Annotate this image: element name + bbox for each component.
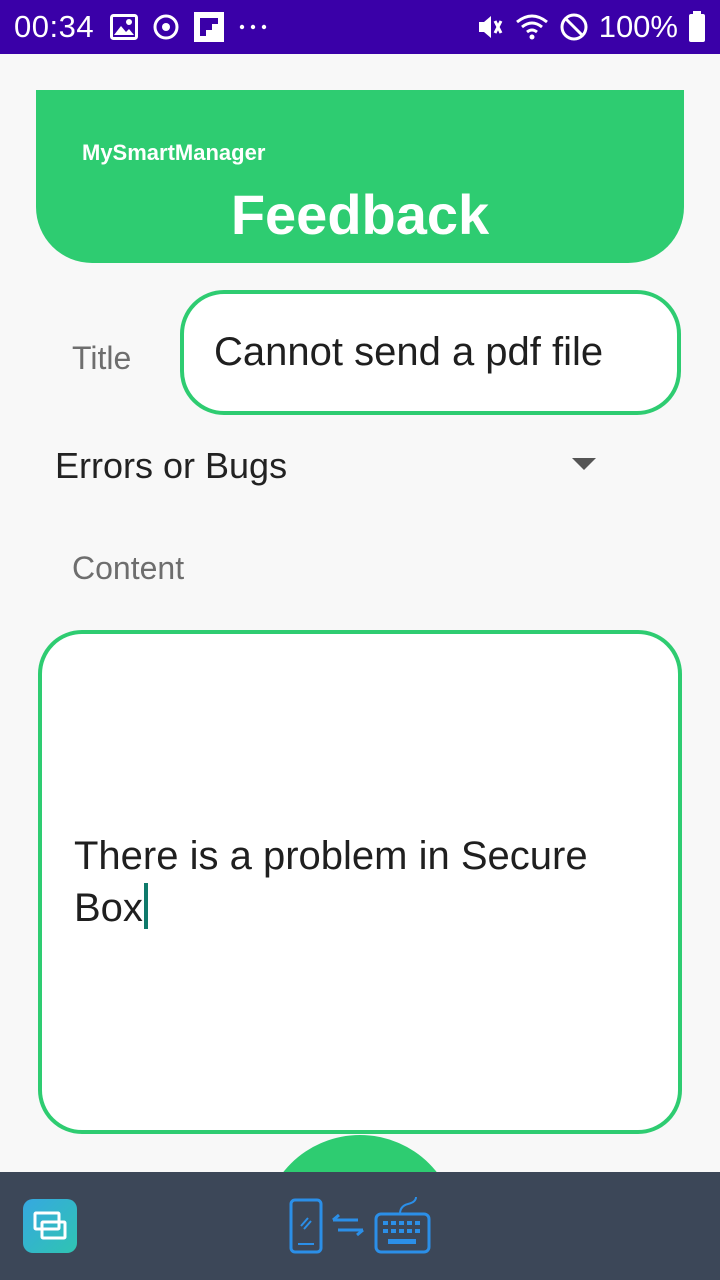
screen-mirror-app-icon[interactable] [23, 1199, 77, 1253]
status-bar: 00:34 100% [0, 0, 720, 54]
vibrate-mute-icon [475, 12, 505, 42]
wifi-icon [515, 13, 549, 41]
dropdown-arrow-icon [572, 458, 596, 470]
category-dropdown[interactable]: Errors or Bugs [40, 430, 620, 502]
text-cursor [143, 883, 148, 929]
title-label: Title [72, 340, 132, 376]
content-label: Content [72, 550, 185, 586]
app-name: MySmartManager [82, 140, 266, 165]
status-notification-icons [110, 12, 268, 42]
bottom-overlay-bar [0, 1172, 720, 1280]
content-textarea[interactable]: There is a problem in Secure Box [38, 630, 682, 1134]
battery-icon [688, 11, 706, 43]
image-icon [110, 14, 139, 40]
status-system-icons: 100% [475, 9, 706, 45]
status-time: 00:34 [14, 9, 95, 44]
category-selected-value: Errors or Bugs [55, 445, 288, 486]
do-not-disturb-icon [559, 12, 589, 42]
phone-keyboard-sync-icon[interactable] [288, 1196, 433, 1256]
flipboard-icon [194, 12, 225, 42]
content-value: There is a problem in Secure Box [74, 834, 588, 930]
more-dots-icon [238, 23, 268, 31]
title-input[interactable]: Cannot send a pdf file [180, 290, 681, 415]
sync-circle-icon [152, 13, 180, 41]
page-title: Feedback [230, 183, 490, 246]
title-input-value: Cannot send a pdf file [214, 330, 604, 374]
battery-percent: 100% [598, 9, 678, 44]
content-text-wrap: There is a problem in Secure Box [74, 830, 654, 934]
feedback-header: MySmartManager Feedback [36, 90, 684, 263]
